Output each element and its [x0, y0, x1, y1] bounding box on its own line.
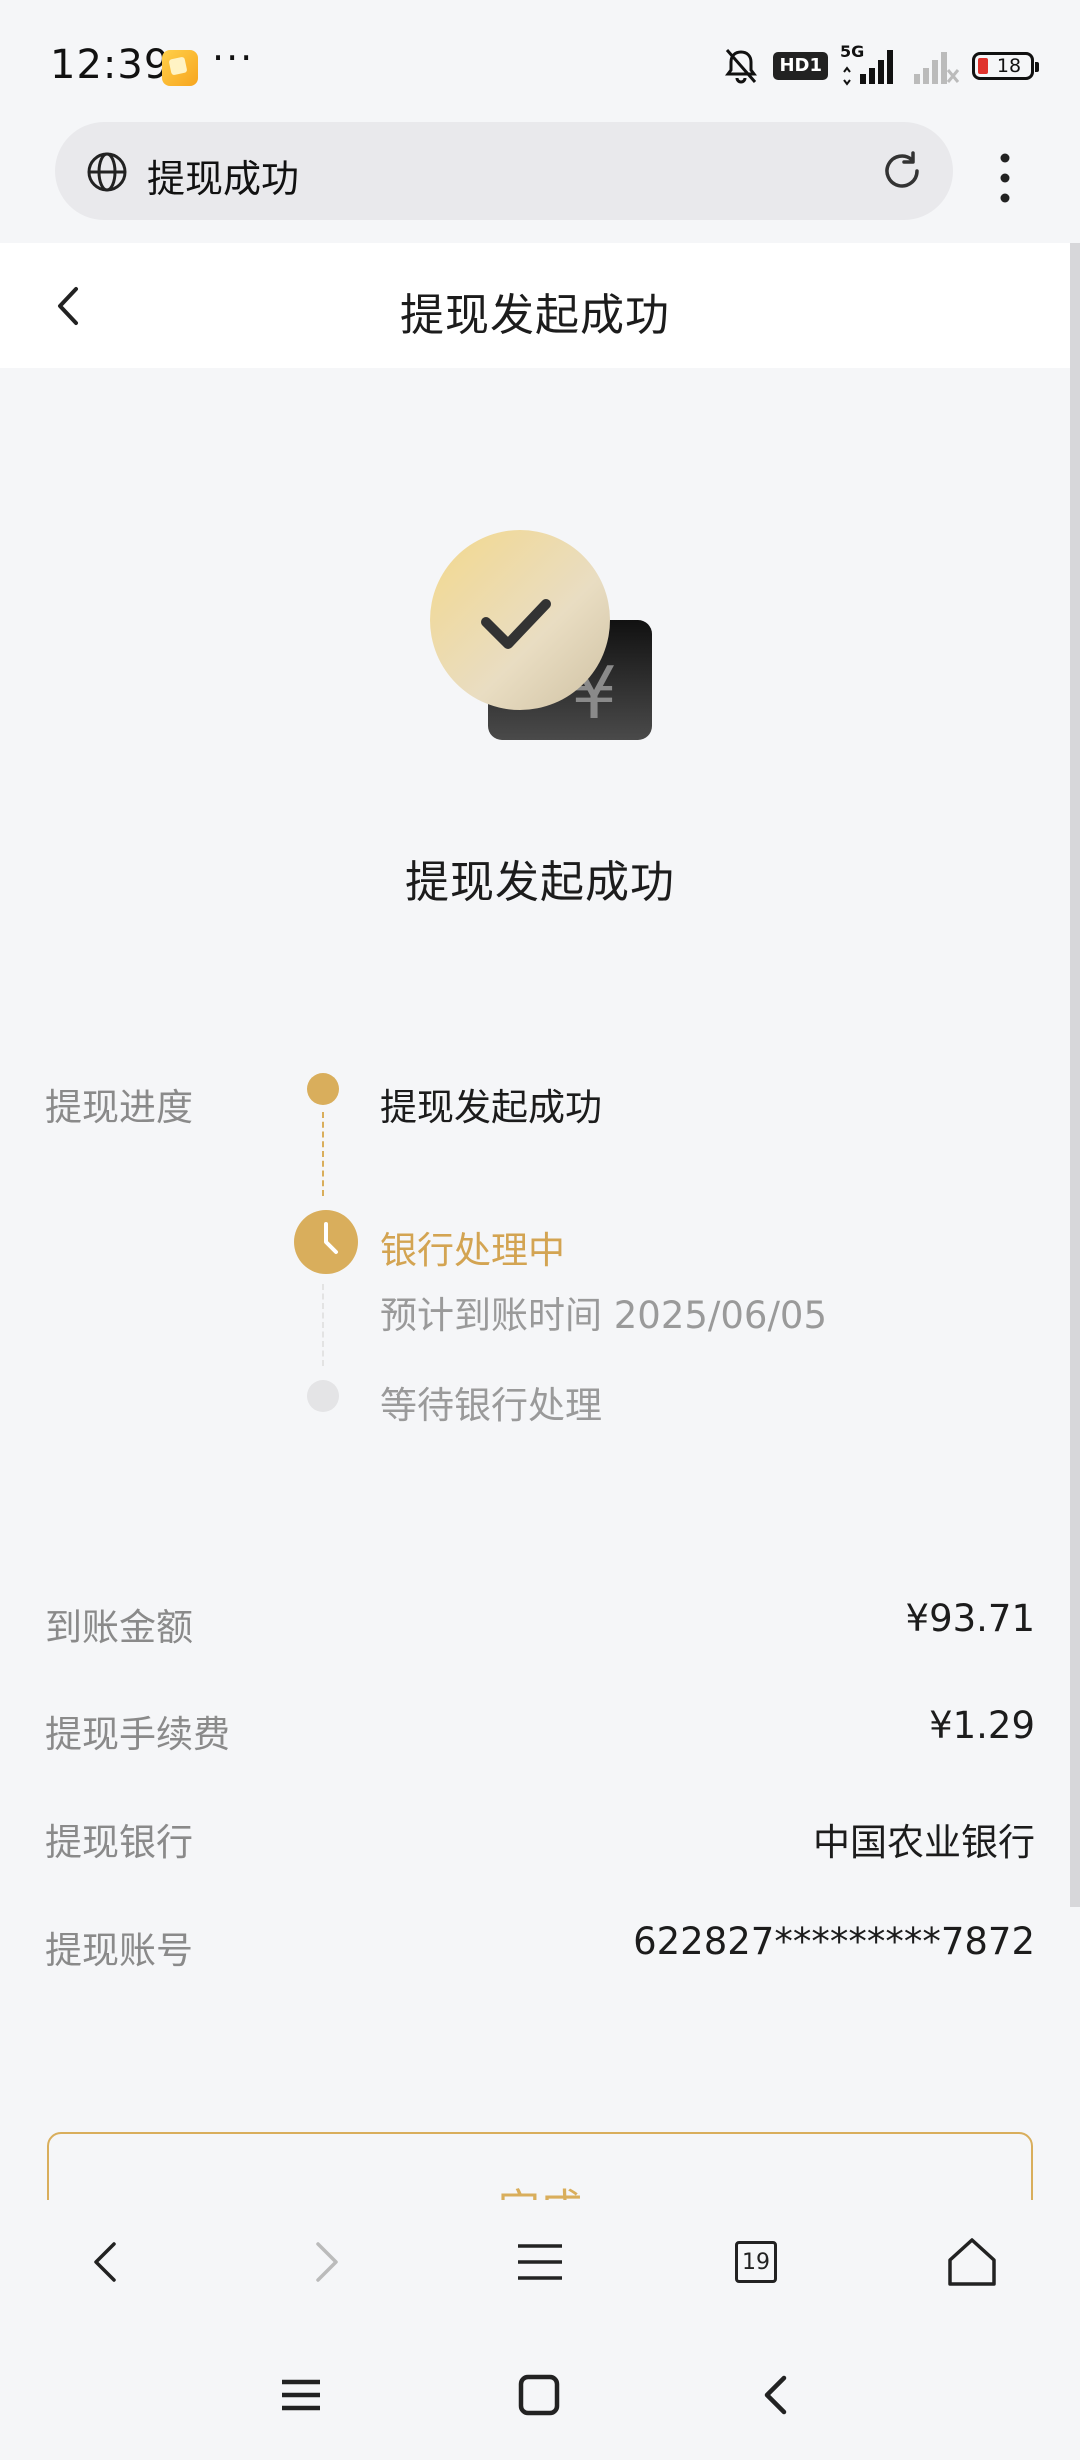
- detail-label: 提现手续费: [45, 1713, 230, 1756]
- timeline-step-pending-dot: [307, 1380, 339, 1412]
- browser-menu-icon[interactable]: [510, 2232, 570, 2292]
- progress-step-processing: 银行处理中: [380, 1229, 565, 1272]
- detail-value: 622827*********7872: [633, 1920, 1035, 1963]
- detail-row-bank: 提现银行 中国农业银行: [45, 1812, 1035, 1872]
- detail-row-amount: 到账金额 ¥93.71: [45, 1597, 1035, 1657]
- reload-icon[interactable]: [879, 148, 925, 194]
- detail-label: 提现账号: [45, 1929, 193, 1972]
- timeline-connector-pending: [322, 1284, 324, 1366]
- browser-toolbar: 19: [0, 2200, 1080, 2330]
- status-bar: 12:39 ··· HD1 5G 18: [0, 0, 1080, 118]
- withdraw-success-icon: ¥: [430, 530, 652, 740]
- detail-label: 到账金额: [45, 1606, 193, 1649]
- system-home-icon[interactable]: [514, 2370, 564, 2420]
- more-menu-icon[interactable]: [990, 148, 1020, 208]
- detail-value: ¥1.29: [929, 1704, 1035, 1747]
- signal-weak-icon: [914, 52, 960, 84]
- detail-row-account: 提现账号 622827*********7872: [45, 1920, 1035, 1980]
- progress-step-waiting: 等待银行处理: [380, 1384, 602, 1427]
- browser-address-bar: 提现成功: [0, 118, 1080, 243]
- address-text: 提现成功: [147, 157, 300, 201]
- progress-step-initiated: 提现发起成功: [380, 1086, 602, 1129]
- detail-value: ¥93.71: [905, 1597, 1035, 1640]
- browser-back-icon[interactable]: [76, 2232, 136, 2292]
- system-navigation-bar: [0, 2330, 1080, 2460]
- timeline-step-done-dot: [307, 1073, 339, 1105]
- more-notifications-icon: ···: [212, 36, 255, 80]
- tabs-button[interactable]: 19: [726, 2232, 786, 2292]
- notification-app-icon: [162, 50, 198, 86]
- hd-badge: HD1: [773, 52, 828, 80]
- page-header: 提现发起成功: [0, 243, 1070, 368]
- clock-icon: [294, 1210, 358, 1274]
- estimated-arrival-time: 预计到账时间 2025/06/05: [380, 1294, 828, 1337]
- detail-value: 中国农业银行: [813, 1821, 1035, 1864]
- address-field[interactable]: 提现成功: [55, 122, 953, 220]
- timeline-connector: [322, 1112, 324, 1196]
- battery-icon: 18: [972, 52, 1039, 80]
- status-icons: HD1 5G 18: [721, 42, 1039, 88]
- hero-title: 提现发起成功: [405, 857, 675, 908]
- system-back-icon[interactable]: [752, 2370, 802, 2420]
- signal-5g-icon: 5G: [840, 42, 898, 88]
- status-time: 12:39: [50, 42, 171, 88]
- bell-muted-icon: [725, 49, 758, 84]
- page-title: 提现发起成功: [400, 290, 670, 341]
- browser-forward-icon[interactable]: [296, 2232, 356, 2292]
- globe-icon: [87, 152, 127, 192]
- page-scrollbar[interactable]: [1070, 243, 1080, 1907]
- detail-label: 提现银行: [45, 1821, 193, 1864]
- progress-label: 提现进度: [45, 1086, 193, 1129]
- detail-row-fee: 提现手续费 ¥1.29: [45, 1704, 1035, 1764]
- browser-home-icon[interactable]: [942, 2232, 1002, 2292]
- system-recents-icon[interactable]: [276, 2370, 326, 2420]
- tabs-count: 19: [735, 2241, 777, 2283]
